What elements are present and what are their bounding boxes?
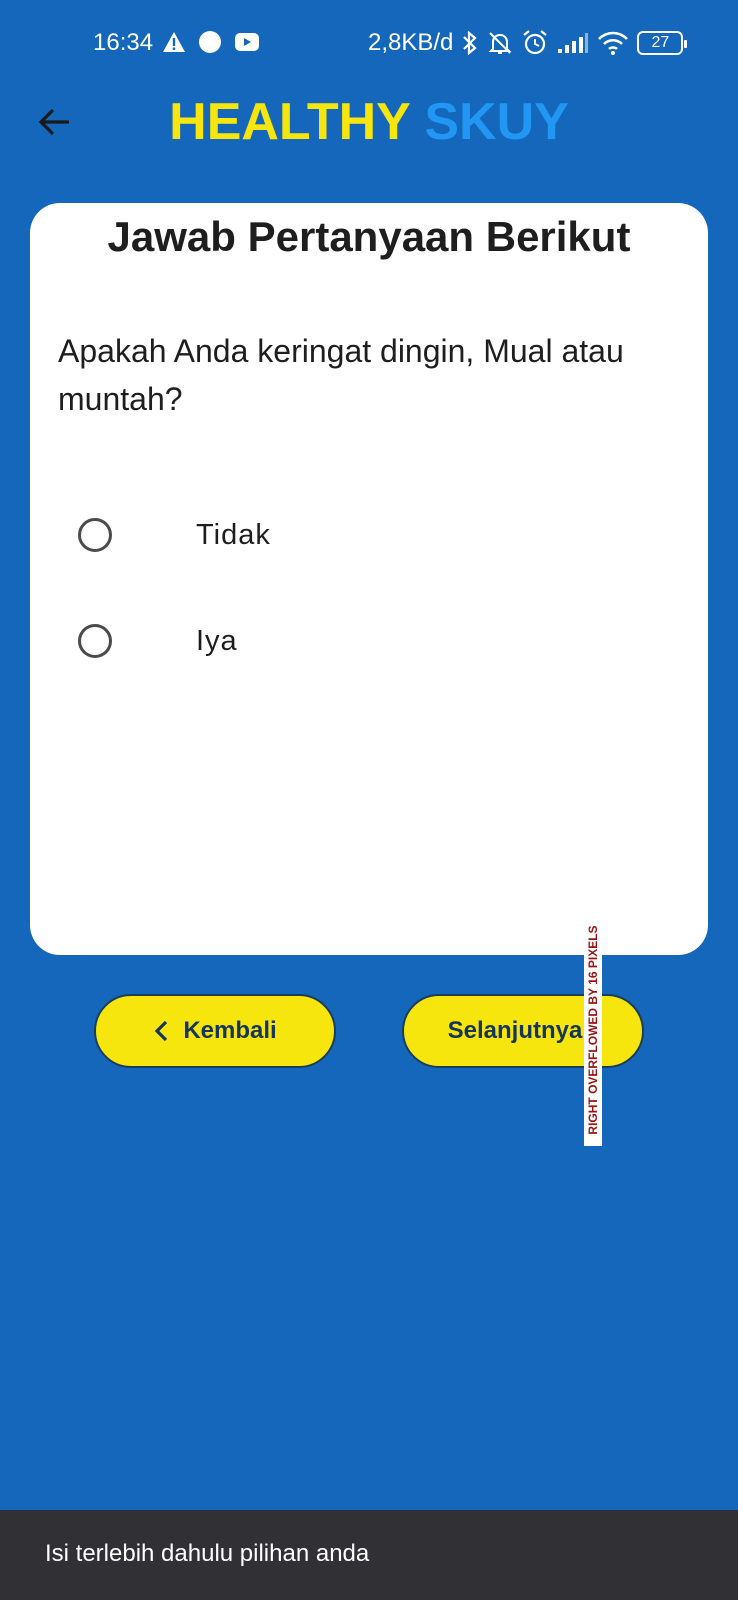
mute-icon — [488, 32, 512, 54]
wifi-icon — [598, 31, 629, 55]
status-bar: 16:34 2,8KB/d 27 — [0, 0, 738, 88]
app-bar: HEALTHY SKUY — [0, 88, 738, 198]
youtube-icon — [235, 33, 259, 51]
question-text: Apakah Anda keringat dingin, Mual atau m… — [58, 333, 624, 417]
bluetooth-icon — [463, 30, 478, 56]
snackbar-message: Isi terlebih dahulu pilihan anda — [45, 1540, 370, 1567]
overflow-warning: RIGHT OVERFLOWED BY 16 PIXELS — [584, 914, 602, 1146]
next-button[interactable]: Selanjutnya — [402, 994, 644, 1068]
question-card: Jawab Pertanyaan Berikut Apakah Anda ker… — [30, 203, 708, 955]
app-title-part2: SKUY — [424, 93, 569, 151]
radio-unselected-icon[interactable] — [78, 624, 112, 658]
radio-unselected-icon[interactable] — [78, 518, 112, 552]
option-label: Tidak — [196, 518, 271, 551]
back-nav-button[interactable]: Kembali — [94, 994, 336, 1068]
status-right: 2,8KB/d 27 — [368, 29, 688, 57]
app-title-part1: HEALTHY — [169, 93, 410, 151]
card-heading: Jawab Pertanyaan Berikut — [107, 213, 631, 260]
status-time: 16:34 — [93, 29, 154, 56]
back-nav-label: Kembali — [183, 1017, 277, 1044]
circle-icon — [199, 31, 221, 53]
option-tidak[interactable]: Tidak — [78, 505, 270, 565]
overflow-warning-text: RIGHT OVERFLOWED BY 16 PIXELS — [586, 925, 600, 1135]
alarm-icon — [523, 30, 548, 55]
option-iya[interactable]: Iya — [78, 611, 237, 671]
network-speed: 2,8KB/d — [368, 29, 454, 56]
snackbar: Isi terlebih dahulu pilihan anda — [0, 1510, 738, 1600]
option-label: Iya — [196, 624, 238, 657]
status-left-icons — [162, 30, 260, 54]
chevron-left-icon — [155, 1020, 168, 1042]
warning-icon — [163, 32, 185, 52]
next-label: Selanjutnya — [447, 1017, 583, 1044]
battery-indicator: 27 — [637, 31, 688, 55]
signal-icon — [558, 33, 589, 53]
app-title: HEALTHY SKUY — [0, 92, 738, 152]
